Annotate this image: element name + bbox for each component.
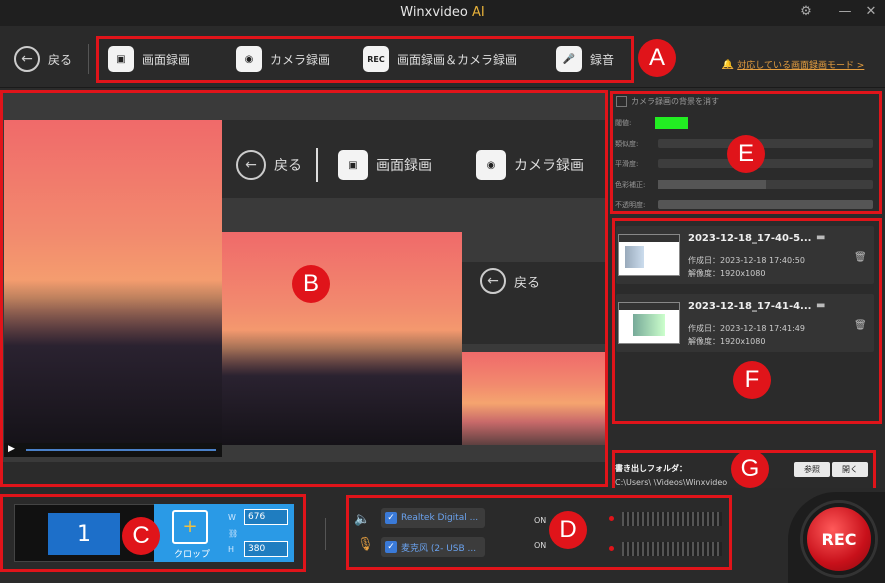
webcam-icon: ◉ [236,46,262,72]
speaker-level-meter [622,512,722,526]
height-input[interactable]: 380 [244,541,288,557]
back-button[interactable]: ← 戻る [14,46,72,72]
opacity-slider[interactable] [658,200,873,209]
folder-icon[interactable]: ▬ [816,232,825,243]
back-arrow-icon: ← [14,46,40,72]
recording-thumbnail-1[interactable] [618,234,680,276]
camera-record-button[interactable]: ◉ カメラ録画 [236,46,330,72]
highlight-d [346,495,732,570]
trash-icon[interactable]: 🗑 [854,320,867,331]
remove-bg-checkbox[interactable]: カメラ録画の背景を消す [616,96,719,107]
monitor-camera-icon: ▣ [108,46,134,72]
screen-camera-record-button[interactable]: REC 画面録画＆カメラ録画 [363,46,517,72]
badge-g: G [731,450,769,488]
microphone-icon: 🎤 [556,46,582,72]
speaker-device-select[interactable]: ✓ Realtek Digital ... [381,508,485,528]
similarity-label: 類似度: [615,140,639,148]
rec-button[interactable]: REC [803,503,875,575]
recording-name-1: 2023-12-18_17-40-5... [688,233,812,244]
trash-icon[interactable]: 🗑 [854,252,867,263]
microphone-icon[interactable]: 🎙 [357,537,374,552]
browse-button[interactable]: 参照 [794,462,830,477]
mic-level-meter [622,542,722,556]
crop-label: クロップ [174,550,211,560]
audio-record-button[interactable]: 🎤 録音 [556,46,614,72]
recording-thumbnail-2[interactable] [618,302,680,344]
recording-resolution-2: 解像度：1920x1080 [688,337,766,346]
remove-bg-label: カメラ録画の背景を消す [631,97,719,106]
smoothness-label: 平滑度: [615,160,639,168]
back-label: 戻る [48,52,73,67]
width-input[interactable]: 676 [244,509,288,525]
color-correction-label: 色彩補正: [615,181,646,189]
speaker-device-label: Realtek Digital ... [401,513,479,523]
speaker-level-dot [609,516,614,521]
badge-e: E [727,135,765,173]
mic-device-select[interactable]: ✓ 麦克风 (2- USB ... [381,537,485,557]
height-label: H [228,545,235,554]
open-folder-button[interactable]: 開く [832,462,868,477]
similarity-slider[interactable] [658,139,873,148]
supported-modes-label: 対応している画面録画モード > [737,61,865,71]
smoothness-slider[interactable] [658,159,873,168]
speaker-state[interactable]: ON [534,516,546,525]
divider [325,518,326,550]
opacity-label: 不透明度: [615,201,646,209]
screen-camera-record-label: 画面録画＆カメラ録画 [397,52,518,67]
crop-icon[interactable]: + [172,510,208,544]
mic-level-dot [609,546,614,551]
screen-number[interactable]: 1 [48,513,120,555]
audio-record-label: 録音 [590,52,615,67]
recording-created-2: 作成日：2023-12-18 17:41:49 [688,324,805,333]
color-correction-fill [658,180,766,189]
recording-resolution-1: 解像度：1920x1080 [688,269,766,278]
divider [88,44,89,74]
badge-d: D [549,511,587,549]
output-folder-label: 書き出しフォルダ： [615,464,687,473]
badge-c: C [122,517,160,555]
badge-f: F [733,361,771,399]
camera-record-label: カメラ録画 [270,52,331,67]
speaker-checkbox[interactable]: ✓ [385,512,397,524]
checkbox-icon [616,96,627,107]
output-folder-path: C:\Users\ \Videos\Winxvideo [615,478,728,487]
speaker-icon[interactable]: 🔈 [354,512,370,527]
recording-created-1: 作成日：2023-12-18 17:40:50 [688,256,805,265]
width-label: W [228,513,236,522]
mic-device-label: 麦克风 (2- USB ... [401,543,477,554]
screen-record-button[interactable]: ▣ 画面録画 [108,46,190,72]
recording-name-2: 2023-12-18_17-41-4... [688,301,812,312]
screen-record-label: 画面録画 [142,52,191,67]
supported-modes-link[interactable]: 🔔 対応している画面録画モード > [722,58,865,72]
badge-b: B [292,265,330,303]
link-icon[interactable]: ⛓ [228,529,238,538]
minimize-icon[interactable]: — [836,4,854,19]
mic-state[interactable]: ON [534,541,546,550]
key-color-swatch[interactable] [655,117,688,129]
threshold-label: 閾値: [615,119,632,127]
folder-icon[interactable]: ▬ [816,300,825,311]
rec-icon: REC [363,46,389,72]
bell-icon: 🔔 [722,59,734,70]
app-title: Winxvideo AI [400,5,485,20]
mic-checkbox[interactable]: ✓ [385,541,397,553]
settings-icon[interactable]: ⚙ [797,4,815,19]
badge-a: A [638,39,676,77]
close-icon[interactable]: ✕ [862,4,880,19]
